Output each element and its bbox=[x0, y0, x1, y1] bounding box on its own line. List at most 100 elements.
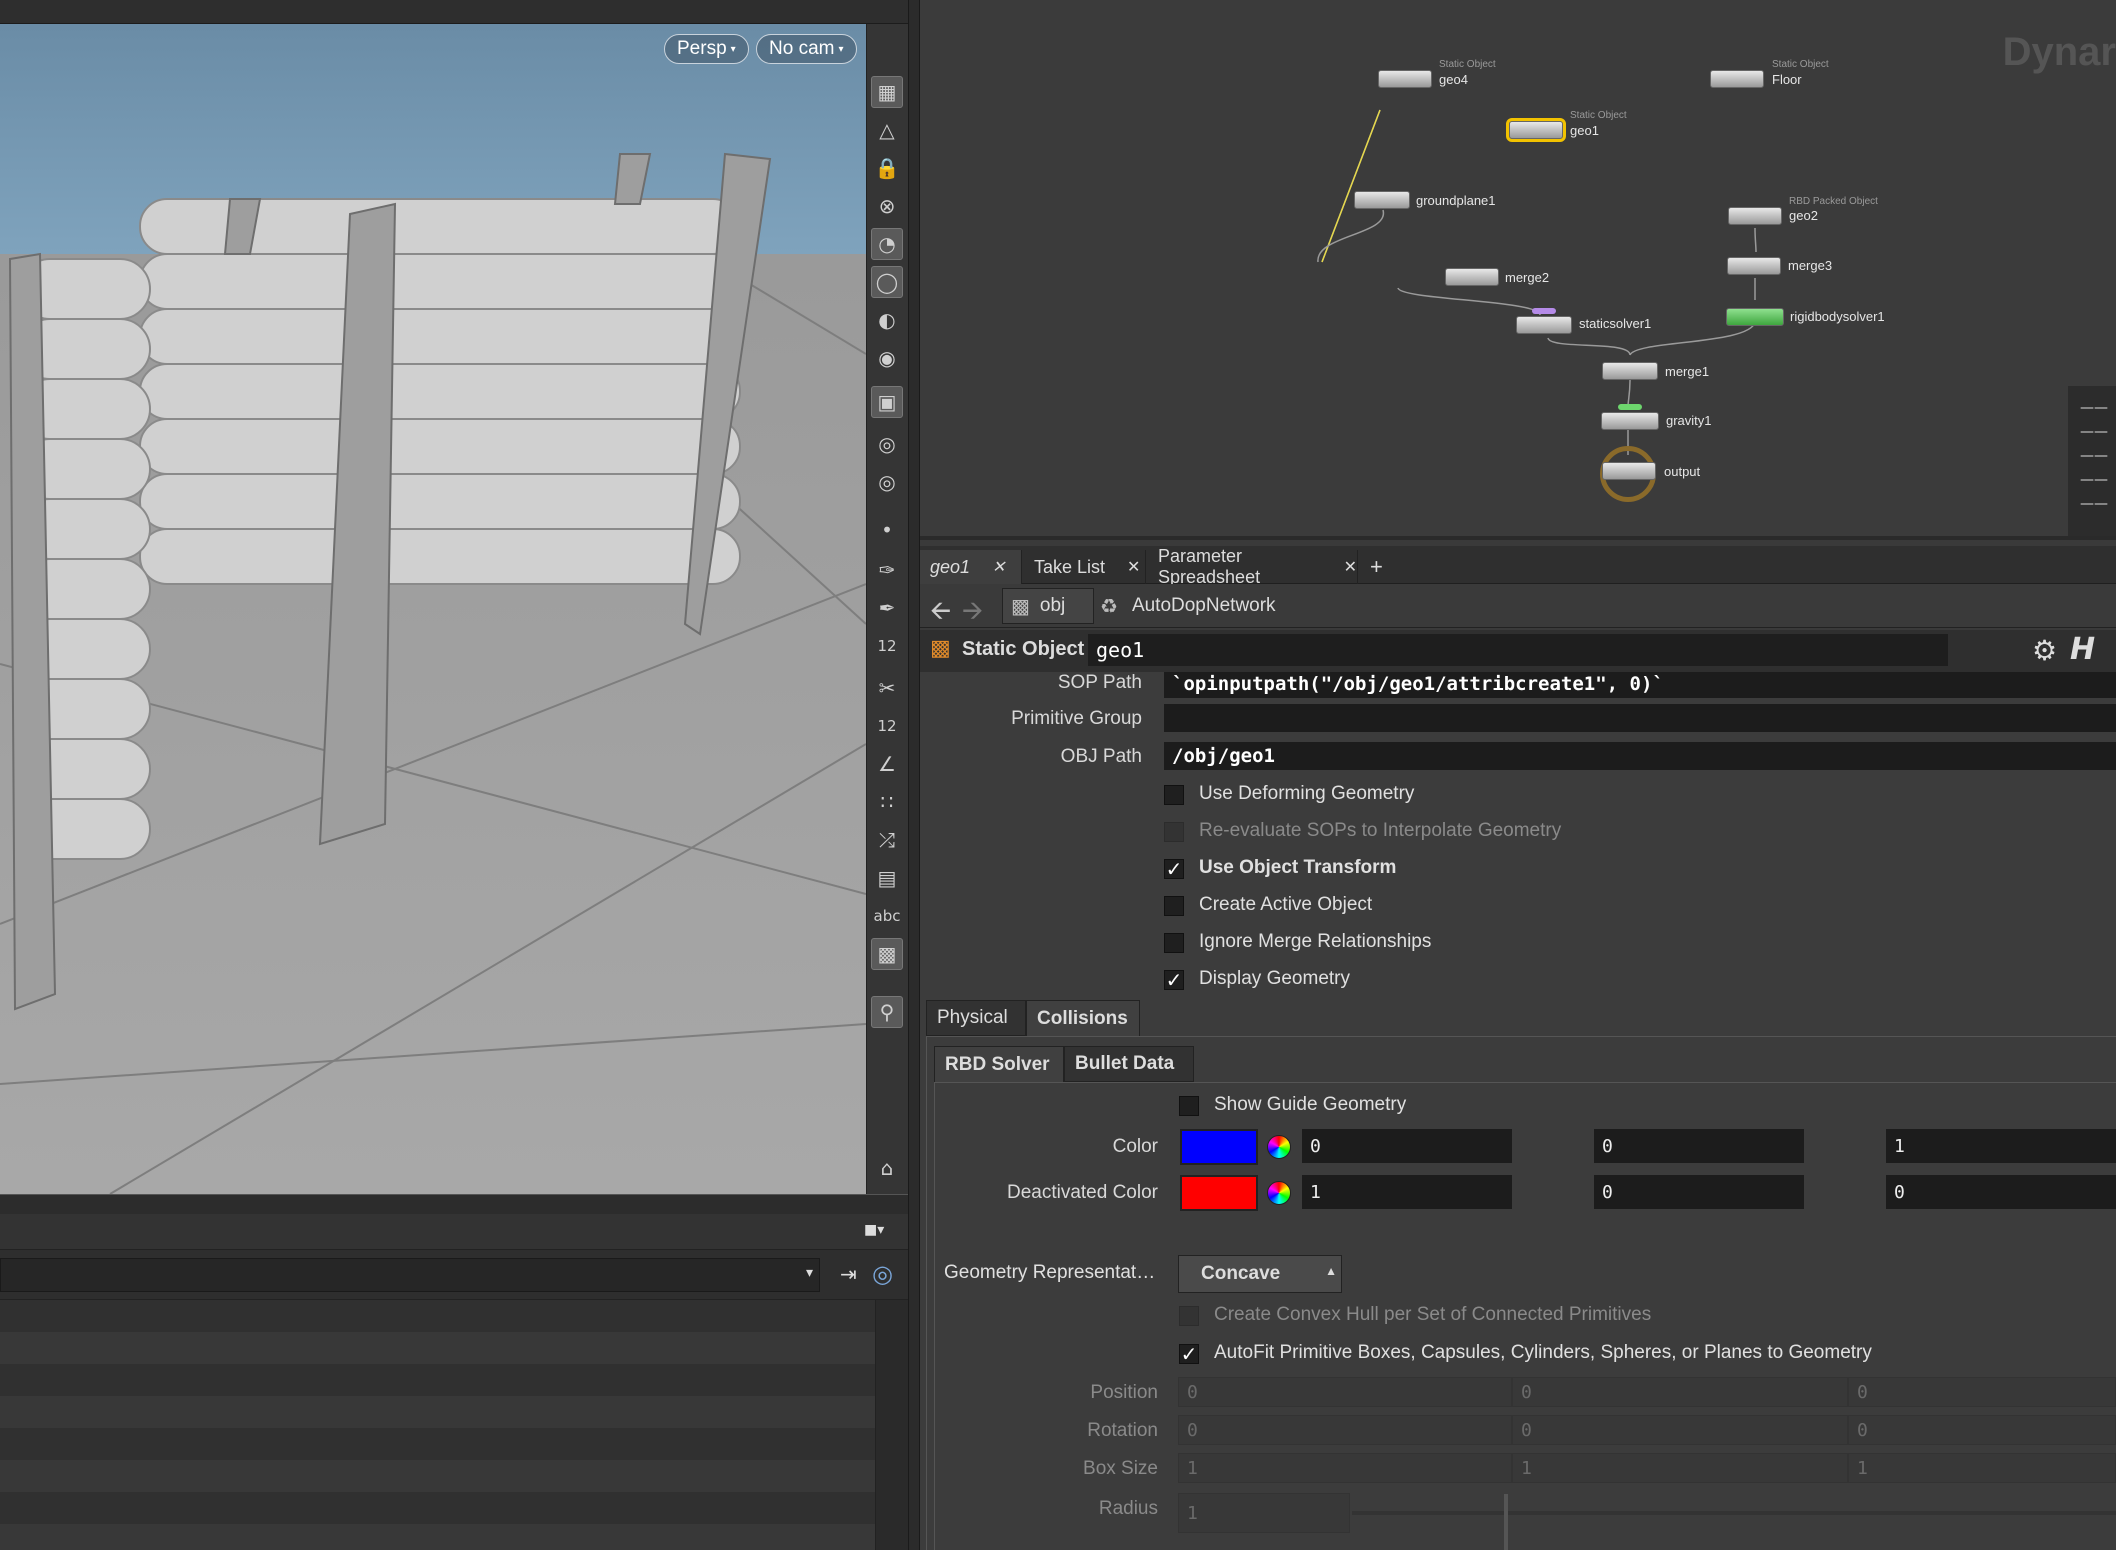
snapping-icon[interactable]: △ bbox=[871, 114, 903, 146]
node-merge2[interactable] bbox=[1445, 268, 1499, 286]
box-size-z-field[interactable]: 1 bbox=[1848, 1453, 2116, 1483]
tab-bullet-data[interactable]: Bullet Data bbox=[1064, 1046, 1194, 1082]
path-network[interactable]: ♻ AutoDopNetwork bbox=[1100, 588, 1320, 624]
position-y-field[interactable]: 0 bbox=[1512, 1377, 1848, 1407]
eye-icon[interactable]: ◎ bbox=[871, 428, 903, 460]
pane-splitter[interactable] bbox=[908, 0, 920, 1550]
node-geo4[interactable] bbox=[1378, 70, 1432, 88]
add-tab-button[interactable]: + bbox=[1360, 550, 1390, 584]
color-wheel-icon[interactable] bbox=[1267, 1181, 1291, 1205]
camera-menu[interactable]: No cam ▾ bbox=[756, 34, 857, 64]
number-icon[interactable]: 12 bbox=[871, 630, 903, 662]
scatter-icon[interactable]: ∷ bbox=[871, 786, 903, 818]
point-icon[interactable]: • bbox=[871, 514, 903, 546]
reevaluate-checkbox[interactable] bbox=[1164, 822, 1184, 842]
show-guide-checkbox[interactable] bbox=[1179, 1096, 1199, 1116]
node-floor[interactable] bbox=[1710, 70, 1764, 88]
radius-slider-handle[interactable] bbox=[1504, 1494, 1508, 1550]
color-wheel-icon[interactable] bbox=[1267, 1135, 1291, 1159]
rotation-y-field[interactable]: 0 bbox=[1512, 1415, 1848, 1445]
autofit-checkbox[interactable]: ✓ bbox=[1179, 1344, 1199, 1364]
text-icon[interactable]: abc bbox=[871, 900, 903, 932]
node-merge3[interactable] bbox=[1727, 257, 1781, 275]
network-tools-icon[interactable]: —— —— —— —— —— bbox=[2080, 396, 2108, 516]
position-z-field[interactable]: 0 bbox=[1848, 1377, 2116, 1407]
rotation-z-field[interactable]: 0 bbox=[1848, 1415, 2116, 1445]
paint-icon[interactable]: ✂ bbox=[871, 672, 903, 704]
light-icon[interactable]: ◔ bbox=[871, 228, 903, 260]
tab-physical[interactable]: Physical bbox=[926, 1000, 1026, 1036]
network-divider[interactable] bbox=[920, 536, 2116, 540]
tab-collisions[interactable]: Collisions bbox=[1026, 1000, 1140, 1036]
headlight-icon[interactable]: ◐ bbox=[871, 304, 903, 336]
geometry-representation-select[interactable]: Concave ▲ bbox=[1178, 1255, 1342, 1293]
deactivated-r-field[interactable]: 1 bbox=[1302, 1175, 1512, 1209]
lock-icon[interactable]: 🔒 bbox=[871, 152, 903, 184]
pin-icon[interactable]: ⇥ bbox=[840, 1262, 857, 1286]
lower-scrollbar[interactable] bbox=[875, 1300, 908, 1550]
deactivated-g-field[interactable]: 0 bbox=[1594, 1175, 1804, 1209]
color-b-field[interactable]: 1 bbox=[1886, 1129, 2116, 1163]
create-active-checkbox[interactable] bbox=[1164, 896, 1184, 916]
gear-icon[interactable]: ⚙ bbox=[2032, 634, 2057, 667]
tab-rbd-solver[interactable]: RBD Solver bbox=[934, 1046, 1064, 1082]
convex-hull-checkbox[interactable] bbox=[1179, 1306, 1199, 1326]
wifi-icon[interactable]: ⌂ bbox=[871, 1152, 903, 1184]
color-swatch[interactable] bbox=[1180, 1129, 1258, 1165]
use-object-transform-checkbox[interactable]: ✓ bbox=[1164, 859, 1184, 879]
tab-take-list[interactable]: Take List ✕ bbox=[1024, 550, 1146, 584]
perspective-menu[interactable]: Persp ▾ bbox=[664, 34, 749, 64]
deactivated-color-swatch[interactable] bbox=[1180, 1175, 1258, 1211]
lower-dropdown[interactable]: ▾ bbox=[0, 1258, 820, 1292]
node-name-field[interactable]: geo1 bbox=[1088, 634, 1948, 666]
camera-icon[interactable]: ▣ bbox=[871, 386, 903, 418]
primitive-group-field[interactable] bbox=[1164, 704, 2116, 732]
brush-icon[interactable]: ✑ bbox=[871, 554, 903, 586]
node-groundplane1[interactable] bbox=[1354, 191, 1410, 209]
close-circle-icon[interactable]: ⊗ bbox=[871, 190, 903, 222]
position-x-field[interactable]: 0 bbox=[1178, 1377, 1512, 1407]
pen-icon[interactable]: ✒ bbox=[871, 592, 903, 624]
box-size-y-field[interactable]: 1 bbox=[1512, 1453, 1848, 1483]
use-deforming-checkbox[interactable] bbox=[1164, 785, 1184, 805]
close-icon[interactable]: ✕ bbox=[1344, 557, 1357, 577]
node-output[interactable] bbox=[1602, 462, 1656, 480]
ignore-merge-checkbox[interactable] bbox=[1164, 933, 1184, 953]
node-geo2[interactable] bbox=[1728, 207, 1782, 225]
node-gravity1[interactable] bbox=[1601, 412, 1659, 430]
network-editor[interactable]: Dynar Static Object geo4 Static Object F… bbox=[920, 0, 2116, 540]
tab-parameter-spreadsheet[interactable]: Parameter Spreadsheet ✕ bbox=[1148, 546, 1358, 587]
number-paint-icon[interactable]: 12 bbox=[871, 710, 903, 742]
deactivated-b-field[interactable]: 0 bbox=[1886, 1175, 2116, 1209]
split-icon[interactable]: ⤮ bbox=[871, 824, 903, 856]
node-rigidbodysolver1[interactable] bbox=[1726, 308, 1784, 326]
scene-viewport[interactable]: Persp ▾ No cam ▾ bbox=[0, 24, 866, 1194]
radius-slider[interactable] bbox=[1352, 1511, 2116, 1515]
pane-menu-icon[interactable]: ■▾ bbox=[864, 1222, 884, 1238]
bulb-icon[interactable]: ◯ bbox=[871, 266, 903, 298]
tab-geo1[interactable]: geo1 ✕ bbox=[920, 550, 1022, 584]
close-icon[interactable]: ✕ bbox=[992, 557, 1005, 577]
angle-icon[interactable]: ∠ bbox=[871, 748, 903, 780]
eye-down-icon[interactable]: ◎ bbox=[871, 466, 903, 498]
help-icon[interactable]: H bbox=[2070, 632, 2095, 667]
grid-icon[interactable]: ▦ bbox=[871, 76, 903, 108]
path-root[interactable]: ▩ obj bbox=[1002, 588, 1094, 624]
sop-path-field[interactable]: `opinputpath("/obj/geo1/attribcreate1", … bbox=[1164, 672, 2116, 698]
display-geometry-checkbox[interactable]: ✓ bbox=[1164, 970, 1184, 990]
marker-icon[interactable]: ⚲ bbox=[871, 996, 903, 1028]
node-staticsolver1[interactable] bbox=[1516, 316, 1572, 334]
image-icon[interactable]: ▩ bbox=[871, 938, 903, 970]
box-size-x-field[interactable]: 1 bbox=[1178, 1453, 1512, 1483]
radius-field[interactable]: 1 bbox=[1178, 1493, 1350, 1533]
close-icon[interactable]: ✕ bbox=[1127, 557, 1140, 577]
rotation-x-field[interactable]: 0 bbox=[1178, 1415, 1512, 1445]
color-g-field[interactable]: 0 bbox=[1594, 1129, 1804, 1163]
color-r-field[interactable]: 0 bbox=[1302, 1129, 1512, 1163]
shadow-icon[interactable]: ◉ bbox=[871, 342, 903, 374]
display-icon[interactable]: ▤ bbox=[871, 862, 903, 894]
obj-path-field[interactable]: /obj/geo1 bbox=[1164, 742, 2116, 770]
link-icon[interactable]: ◎ bbox=[872, 1260, 893, 1288]
node-geo1[interactable] bbox=[1506, 118, 1566, 142]
node-merge1[interactable] bbox=[1602, 362, 1658, 380]
